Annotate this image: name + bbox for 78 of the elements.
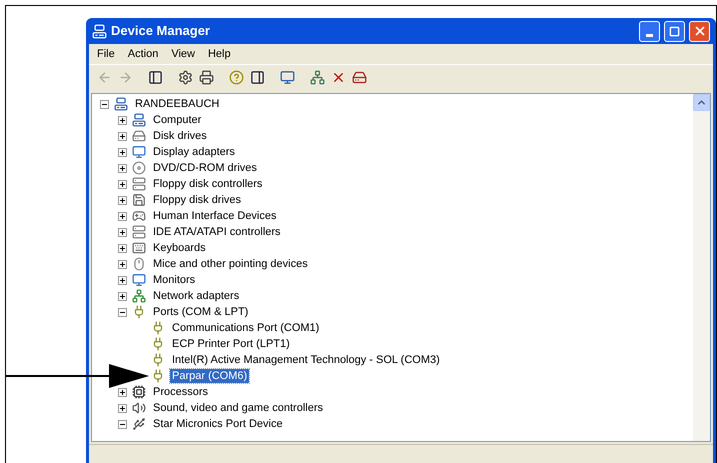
plug-icon [151,369,165,383]
tree-item[interactable]: DVD/CD-ROM drives [151,161,259,175]
expand-toggle[interactable] [118,292,127,300]
keyboard-icon [132,241,146,255]
maximize-icon [669,26,680,36]
expand-toggle[interactable] [118,196,127,204]
expand-toggle[interactable] [118,388,127,396]
tree-item[interactable]: Disk drives [151,129,209,143]
expand-toggle[interactable] [118,260,127,268]
computer-icon [114,97,128,111]
collapse-toggle[interactable] [100,100,109,108]
connector-icon [132,417,146,431]
scrollbar[interactable] [693,94,710,441]
tree-item[interactable]: Processors [151,385,210,399]
expand-toggle[interactable] [118,404,127,412]
tree-item[interactable]: Floppy disk drives [151,193,244,207]
disc-icon [132,161,146,175]
scroll-up-button[interactable] [693,94,710,111]
controller-icon [132,177,146,191]
plug-icon [132,305,146,319]
monitor-icon[interactable] [280,70,295,85]
mouse-icon [132,257,146,271]
plug-icon [151,353,165,367]
monitor-icon [132,145,146,159]
close-icon [692,24,706,38]
menu-item[interactable]: Action [122,46,164,62]
plug-icon [151,337,165,351]
controller-icon [132,225,146,239]
tree-item[interactable]: Parpar (COM6) [170,369,250,383]
tree-item[interactable]: Keyboards [151,241,208,255]
tree-item[interactable]: RANDEEBAUCH [133,97,222,111]
expand-toggle[interactable] [118,244,127,252]
tree-item[interactable]: Network adapters [151,289,242,303]
panel-icon[interactable] [250,70,265,85]
expand-toggle[interactable] [118,276,127,284]
expand-toggle[interactable] [118,180,127,188]
help-icon[interactable] [229,70,244,85]
monitor-icon [132,273,146,287]
computer-icon [132,113,146,127]
close-button[interactable] [689,20,710,42]
gamepad-icon [132,209,146,223]
expand-toggle[interactable] [118,228,127,236]
expand-toggle[interactable] [118,212,127,220]
collapse-toggle[interactable] [118,420,127,428]
network-icon[interactable] [310,70,325,85]
tree-item[interactable]: Monitors [151,273,198,287]
tree-item[interactable]: Ports (COM & LPT) [151,305,250,319]
speaker-icon [132,401,146,415]
menu-item[interactable]: View [165,46,201,62]
tree-item[interactable]: Human Interface Devices [151,209,278,223]
chip-icon [132,385,146,399]
tree-item[interactable]: Sound, video and game controllers [151,401,325,415]
tree-item[interactable]: Computer [151,113,204,127]
tree-item[interactable]: IDE ATA/ATAPI controllers [151,225,283,239]
panel-icon[interactable] [148,70,163,85]
menu-item[interactable]: File [91,46,121,62]
maximize-button[interactable] [664,20,685,42]
tree-item[interactable]: Floppy disk controllers [151,177,264,191]
window-title: Device Manager [111,22,210,40]
expand-toggle[interactable] [118,148,127,156]
app-icon [92,24,107,38]
expand-toggle[interactable] [118,116,127,124]
floppy-icon [132,193,146,207]
expand-toggle[interactable] [118,164,127,172]
tree-item[interactable]: Display adapters [151,145,237,159]
minimize-button[interactable] [639,20,660,42]
hard-drive-icon [132,129,146,143]
plug-icon [151,321,165,335]
menu-item[interactable]: Help [202,46,237,62]
printer-icon[interactable] [199,70,214,85]
expand-toggle[interactable] [118,132,127,140]
tree-item[interactable]: Mice and other pointing devices [151,257,310,271]
tree-item[interactable]: Intel(R) Active Management Technology - SOL (COM3) [170,353,442,367]
tree-item[interactable]: Communications Port (COM1) [170,321,322,335]
network-icon [132,289,146,303]
tree-item[interactable]: Star Micronics Port Device [151,417,285,431]
tree-item[interactable]: ECP Printer Port (LPT1) [170,337,292,351]
collapse-toggle[interactable] [118,308,127,316]
